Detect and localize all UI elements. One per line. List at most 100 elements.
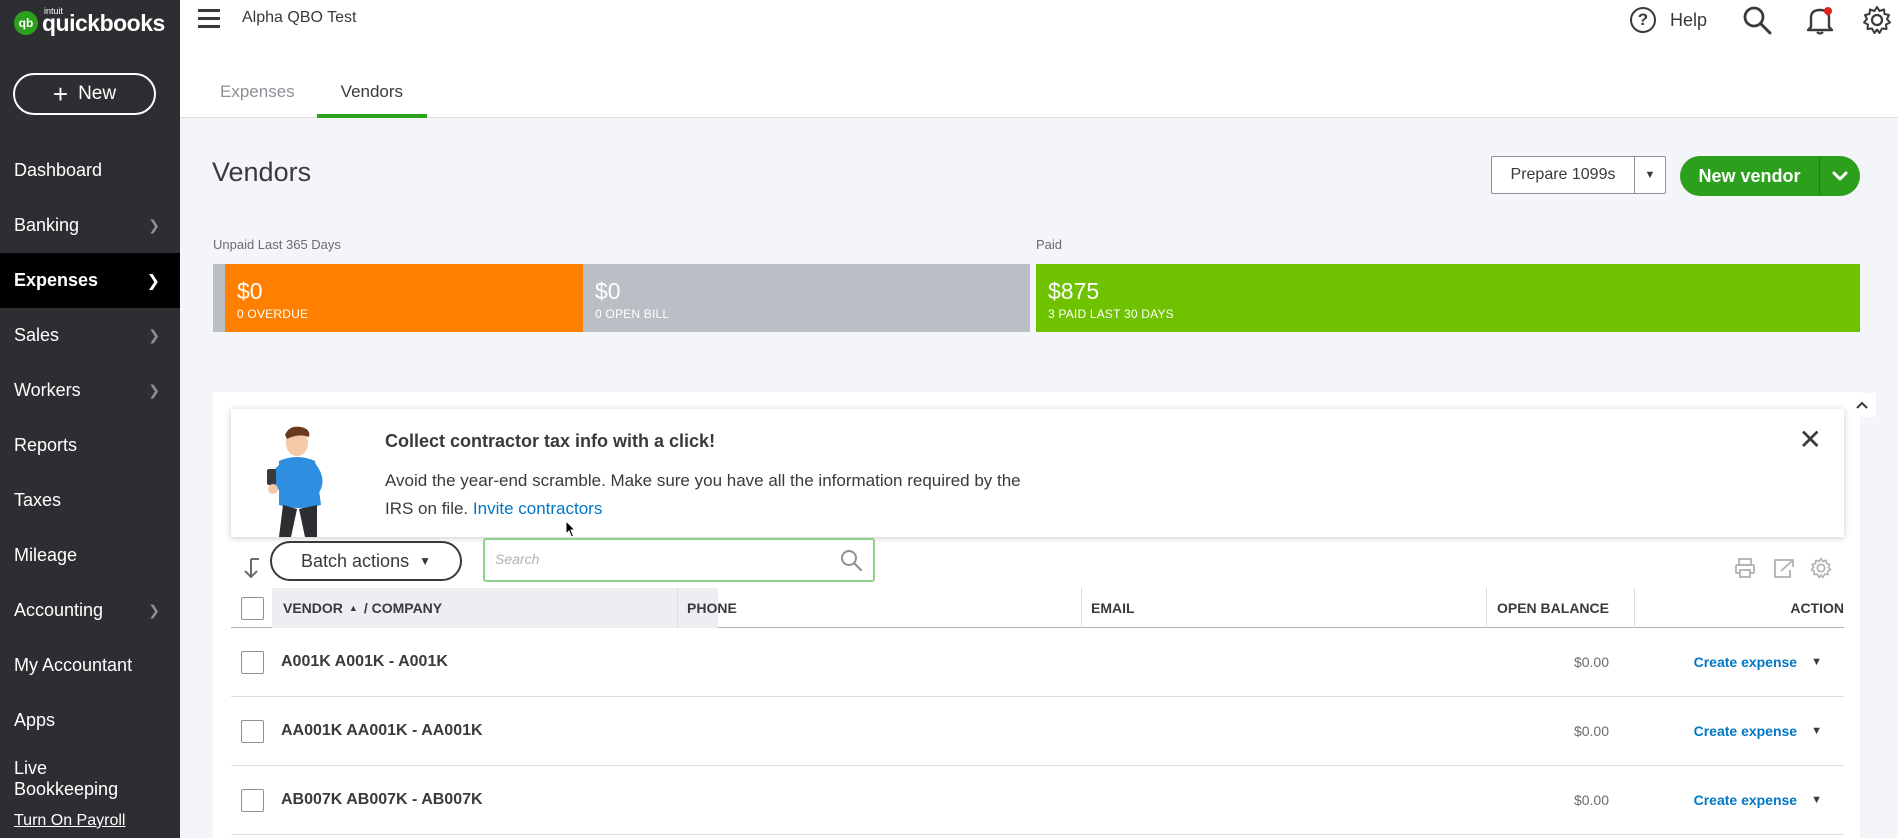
caret-down-icon[interactable]: ▼ <box>1811 656 1822 668</box>
top-bar: Alpha QBO Test ? Help Expenses Vendors <box>180 0 1898 118</box>
tab-vendors[interactable]: Vendors <box>316 82 428 118</box>
sort-arrow-icon[interactable] <box>243 557 263 584</box>
table-header: VENDOR ▲ / COMPANY PHONE EMAIL OPEN BALA… <box>231 588 1844 628</box>
create-expense-action[interactable]: Create expense ▼ <box>1694 766 1822 834</box>
banner-title: Collect contractor tax info with a click… <box>385 431 716 451</box>
batch-actions-label: Batch actions <box>301 550 410 571</box>
caret-down-icon[interactable]: ▼ <box>1811 794 1822 806</box>
turn-on-payroll-link[interactable]: Turn On Payroll <box>14 812 125 830</box>
sidebar-item-sales[interactable]: Sales ❯ <box>0 308 180 363</box>
logo-intuit-text: intuit <box>44 5 64 16</box>
open-balance: $0.00 <box>1573 792 1609 808</box>
row-checkbox[interactable] <box>241 788 264 812</box>
new-button[interactable]: + New <box>13 73 156 115</box>
create-expense-action[interactable]: Create expense ▼ <box>1694 697 1822 765</box>
hamburger-menu-icon[interactable] <box>198 9 220 33</box>
open-balance-column-header[interactable]: OPEN BALANCE <box>1497 588 1609 628</box>
caret-down-icon[interactable]: ▼ <box>1811 725 1822 737</box>
sidebar-item-mileage[interactable]: Mileage <box>0 528 180 583</box>
paid-count: 3 PAID LAST 30 DAYS <box>1048 307 1174 321</box>
sidebar-item-live-bookkeeping[interactable]: Live Bookkeeping <box>0 748 180 810</box>
sidebar-item-banking[interactable]: Banking ❯ <box>0 198 180 253</box>
paid-segment[interactable]: $875 3 PAID LAST 30 DAYS <box>1036 264 1860 332</box>
action-column-header: ACTION <box>1790 600 1844 616</box>
select-all-checkbox[interactable] <box>241 596 264 620</box>
vendor-name[interactable]: A001K A001K - A001K <box>281 628 448 696</box>
vendor-name[interactable]: AA001K AA001K - AA001K <box>281 697 483 765</box>
unpaid-label: Unpaid Last 365 Days <box>213 237 341 252</box>
tab-expenses[interactable]: Expenses <box>180 82 317 118</box>
chevron-right-icon: ❯ <box>148 327 160 343</box>
chevron-down-icon[interactable] <box>1820 156 1860 196</box>
open-bill-segment[interactable]: $0 0 OPEN BILL <box>583 264 1030 332</box>
open-balance: $0.00 <box>1573 723 1609 739</box>
help-label: Help <box>1670 9 1708 30</box>
phone-column-header[interactable]: PHONE <box>687 588 737 628</box>
sidebar-item-accounting[interactable]: Accounting ❯ <box>0 583 180 638</box>
sidebar-item-reports[interactable]: Reports <box>0 418 180 473</box>
email-column-header[interactable]: EMAIL <box>1091 588 1135 628</box>
chevron-right-icon: ❯ <box>146 272 160 290</box>
sidebar-item-taxes[interactable]: Taxes <box>0 473 180 528</box>
row-checkbox[interactable] <box>241 650 264 674</box>
overdue-count: 0 OVERDUE <box>237 307 309 321</box>
caret-down-icon: ▼ <box>419 554 431 568</box>
overdue-segment[interactable]: $0 0 OVERDUE <box>225 264 583 332</box>
create-expense-action[interactable]: Create expense ▼ <box>1694 628 1822 696</box>
search-icon[interactable] <box>839 548 863 577</box>
overdue-amount: $0 <box>237 278 263 304</box>
export-icon[interactable] <box>1772 557 1796 584</box>
sidebar-item-my-accountant[interactable]: My Accountant <box>0 638 180 693</box>
chevron-right-icon: ❯ <box>148 217 160 233</box>
new-vendor-button[interactable]: New vendor <box>1680 156 1860 196</box>
banner-text: Avoid the year-end scramble. Make sure y… <box>385 467 1025 523</box>
money-bar-edge <box>213 264 225 332</box>
vendor-column-header[interactable]: VENDOR ▲ / COMPANY <box>272 588 718 628</box>
person-with-phone-illustration <box>255 425 345 542</box>
gear-icon[interactable] <box>1862 5 1892 40</box>
table-settings-gear-icon[interactable] <box>1810 557 1832 584</box>
sidebar-nav: Dashboard Banking ❯ Expenses ❯ Sales ❯ Work… <box>0 143 180 810</box>
page-title: Vendors <box>212 157 312 187</box>
row-checkbox[interactable] <box>241 719 264 743</box>
chevron-right-icon: ❯ <box>148 602 160 618</box>
close-icon[interactable]: ✕ <box>1799 423 1822 456</box>
print-icon[interactable] <box>1734 557 1756 584</box>
prepare-1099s-button[interactable]: Prepare 1099s ▼ <box>1491 156 1666 194</box>
mouse-cursor-icon <box>565 519 577 543</box>
vendor-name[interactable]: AB007K AB007K - AB007K <box>281 766 483 834</box>
sidebar-item-workers[interactable]: Workers ❯ <box>0 363 180 418</box>
tab-bar: Expenses Vendors <box>180 82 428 118</box>
sidebar: qb intuit quickbooks + New Dashboard Ban… <box>0 0 180 838</box>
contractor-banner: Collect contractor tax info with a click… <box>231 409 1844 537</box>
prepare-1099s-label[interactable]: Prepare 1099s <box>1492 157 1635 193</box>
sort-ascending-icon: ▲ <box>348 603 358 613</box>
search-field <box>483 538 875 582</box>
paid-amount: $875 <box>1048 278 1100 304</box>
invite-contractors-link[interactable]: Invite contractors <box>473 499 602 518</box>
help-button[interactable]: ? Help <box>1630 7 1707 33</box>
plus-icon: + <box>52 79 69 109</box>
new-button-label: New <box>78 83 117 104</box>
new-vendor-label[interactable]: New vendor <box>1680 156 1820 196</box>
table-row[interactable]: AA001K AA001K - AA001K $0.00 Create expe… <box>231 697 1844 766</box>
caret-down-icon[interactable]: ▼ <box>1635 157 1665 193</box>
open-balance: $0.00 <box>1573 654 1609 670</box>
sidebar-item-expenses[interactable]: Expenses ❯ <box>0 253 180 308</box>
open-bill-count: 0 OPEN BILL <box>595 307 670 321</box>
sidebar-item-apps[interactable]: Apps <box>0 693 180 748</box>
chevron-right-icon: ❯ <box>148 382 160 398</box>
table-row[interactable]: AB007K AB007K - AB007K $0.00 Create expe… <box>231 766 1844 835</box>
company-name: Alpha QBO Test <box>242 9 357 26</box>
open-bill-amount: $0 <box>595 278 621 304</box>
search-input[interactable] <box>485 540 815 578</box>
help-icon: ? <box>1630 7 1656 33</box>
sidebar-item-dashboard[interactable]: Dashboard <box>0 143 180 198</box>
notification-bell-icon[interactable] <box>1806 5 1834 40</box>
table-row[interactable]: A001K A001K - A001K $0.00 Create expense… <box>231 628 1844 697</box>
batch-actions-button[interactable]: Batch actions ▼ <box>270 541 462 581</box>
collapse-chevron-up-icon[interactable] <box>1848 393 1876 417</box>
quickbooks-logo[interactable]: qb intuit quickbooks <box>14 5 165 38</box>
qb-logo-icon: qb <box>14 11 38 35</box>
search-icon[interactable] <box>1742 5 1772 40</box>
